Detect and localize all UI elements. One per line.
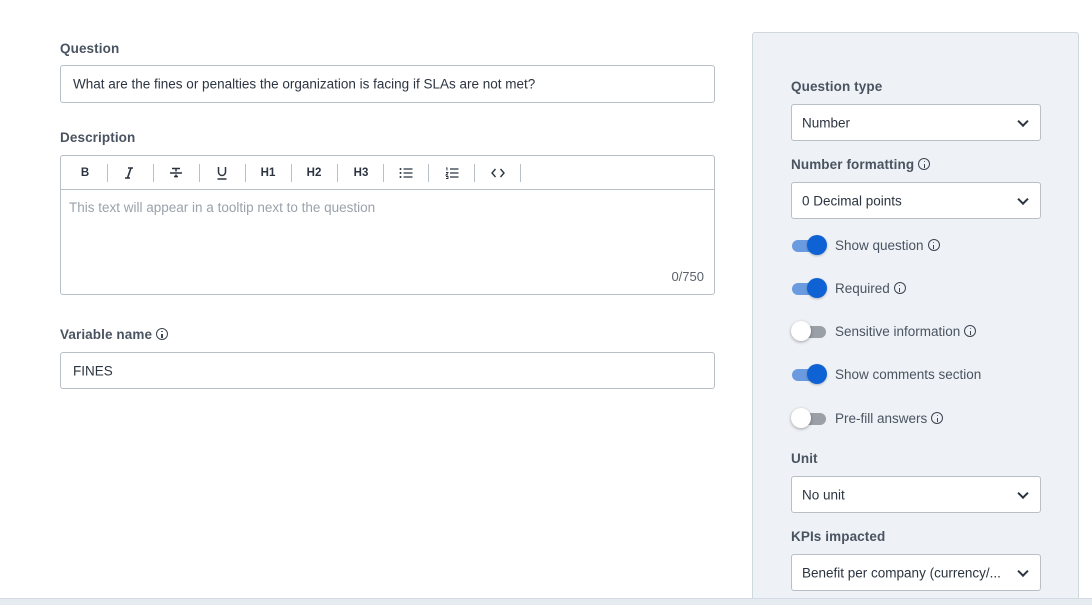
editor-toolbar: B H1 H2 H3 xyxy=(61,156,714,190)
heading3-button[interactable]: H3 xyxy=(349,156,373,189)
kpis-impacted-select[interactable]: Benefit per company (currency/... xyxy=(791,554,1041,591)
chevron-down-icon xyxy=(1017,115,1029,127)
question-input-value: What are the fines or penalties the orga… xyxy=(73,76,536,92)
show-comments-toggle[interactable] xyxy=(791,363,827,385)
toggle-row-show-question: Show question xyxy=(791,234,940,256)
italic-button[interactable] xyxy=(119,156,139,189)
info-icon[interactable] xyxy=(927,239,940,251)
question-type-select[interactable]: Number xyxy=(791,104,1041,141)
kpis-impacted-value: Benefit per company (currency/... xyxy=(802,565,1001,580)
kpis-impacted-label: KPIs impacted xyxy=(791,529,886,544)
heading2-label: H2 xyxy=(306,166,322,179)
bold-button[interactable]: B xyxy=(75,156,95,189)
number-formatting-label-text: Number formatting xyxy=(791,157,915,172)
bottom-bar xyxy=(0,598,1092,605)
required-toggle[interactable] xyxy=(791,277,827,299)
italic-icon xyxy=(125,166,133,179)
bold-label: B xyxy=(80,166,90,179)
show-question-label: Show question xyxy=(835,237,924,253)
variable-name-value: FINES xyxy=(73,363,113,378)
character-counter: 0/750 xyxy=(671,269,704,284)
description-editor[interactable]: B H1 H2 H3 This text will appear in a to… xyxy=(60,155,715,295)
numbered-list-button[interactable] xyxy=(441,156,463,189)
chevron-down-icon xyxy=(1017,565,1029,577)
strikethrough-icon xyxy=(170,167,182,177)
sensitive-information-label: Sensitive information xyxy=(835,323,961,339)
question-label: Question xyxy=(60,41,120,56)
bullet-list-icon xyxy=(399,167,413,178)
question-input[interactable]: What are the fines or penalties the orga… xyxy=(60,65,715,103)
code-icon xyxy=(491,168,505,177)
pre-fill-answers-label: Pre-fill answers xyxy=(835,410,928,426)
strikethrough-button[interactable] xyxy=(165,156,187,189)
chevron-down-icon xyxy=(1017,193,1029,205)
toggle-row-show-comments: Show comments section xyxy=(791,363,981,385)
number-formatting-label: Number formatting xyxy=(791,157,931,172)
pre-fill-answers-toggle[interactable] xyxy=(791,407,827,429)
question-type-label: Question type xyxy=(791,79,883,94)
heading3-label: H3 xyxy=(353,166,369,179)
info-icon[interactable] xyxy=(964,325,977,337)
toggle-row-pre-fill-answers: Pre-fill answers xyxy=(791,407,944,429)
toolbar-divider xyxy=(245,164,246,182)
toggle-row-sensitive-information: Sensitive information xyxy=(791,320,977,342)
variable-name-label-text: Variable name xyxy=(60,327,153,342)
description-label: Description xyxy=(60,130,136,145)
sensitive-information-toggle[interactable] xyxy=(791,320,827,342)
toolbar-divider xyxy=(153,164,154,182)
info-icon[interactable] xyxy=(931,412,944,424)
toolbar-divider xyxy=(474,164,475,182)
unit-select[interactable]: No unit xyxy=(791,476,1041,513)
variable-name-input[interactable]: FINES xyxy=(60,352,715,389)
toolbar-divider xyxy=(520,164,521,182)
heading1-button[interactable]: H1 xyxy=(256,156,280,189)
required-label: Required xyxy=(835,280,890,296)
heading2-button[interactable]: H2 xyxy=(302,156,326,189)
description-placeholder: This text will appear in a tooltip next … xyxy=(69,200,376,215)
show-comments-label: Show comments section xyxy=(835,366,982,382)
toolbar-divider xyxy=(337,164,338,182)
toolbar-divider xyxy=(428,164,429,182)
unit-label: Unit xyxy=(791,451,818,466)
variable-name-label: Variable name xyxy=(60,327,169,342)
toolbar-divider xyxy=(291,164,292,182)
toggle-row-required: Required xyxy=(791,277,906,299)
chevron-down-icon xyxy=(1017,487,1029,499)
show-question-toggle[interactable] xyxy=(791,234,827,256)
underline-button[interactable] xyxy=(212,156,232,189)
info-icon[interactable] xyxy=(156,328,169,340)
question-type-value: Number xyxy=(802,115,851,130)
info-icon[interactable] xyxy=(893,282,906,294)
toolbar-divider xyxy=(107,164,108,182)
info-icon[interactable] xyxy=(918,158,931,170)
bullet-list-button[interactable] xyxy=(395,156,417,189)
number-formatting-value: 0 Decimal points xyxy=(802,193,902,208)
numbered-list-icon xyxy=(445,167,459,179)
underline-icon xyxy=(217,166,227,180)
toolbar-divider xyxy=(383,164,384,182)
unit-value: No unit xyxy=(802,487,845,502)
heading1-label: H1 xyxy=(260,166,276,179)
code-button[interactable] xyxy=(487,156,509,189)
number-formatting-select[interactable]: 0 Decimal points xyxy=(791,182,1041,219)
toolbar-divider xyxy=(199,164,200,182)
